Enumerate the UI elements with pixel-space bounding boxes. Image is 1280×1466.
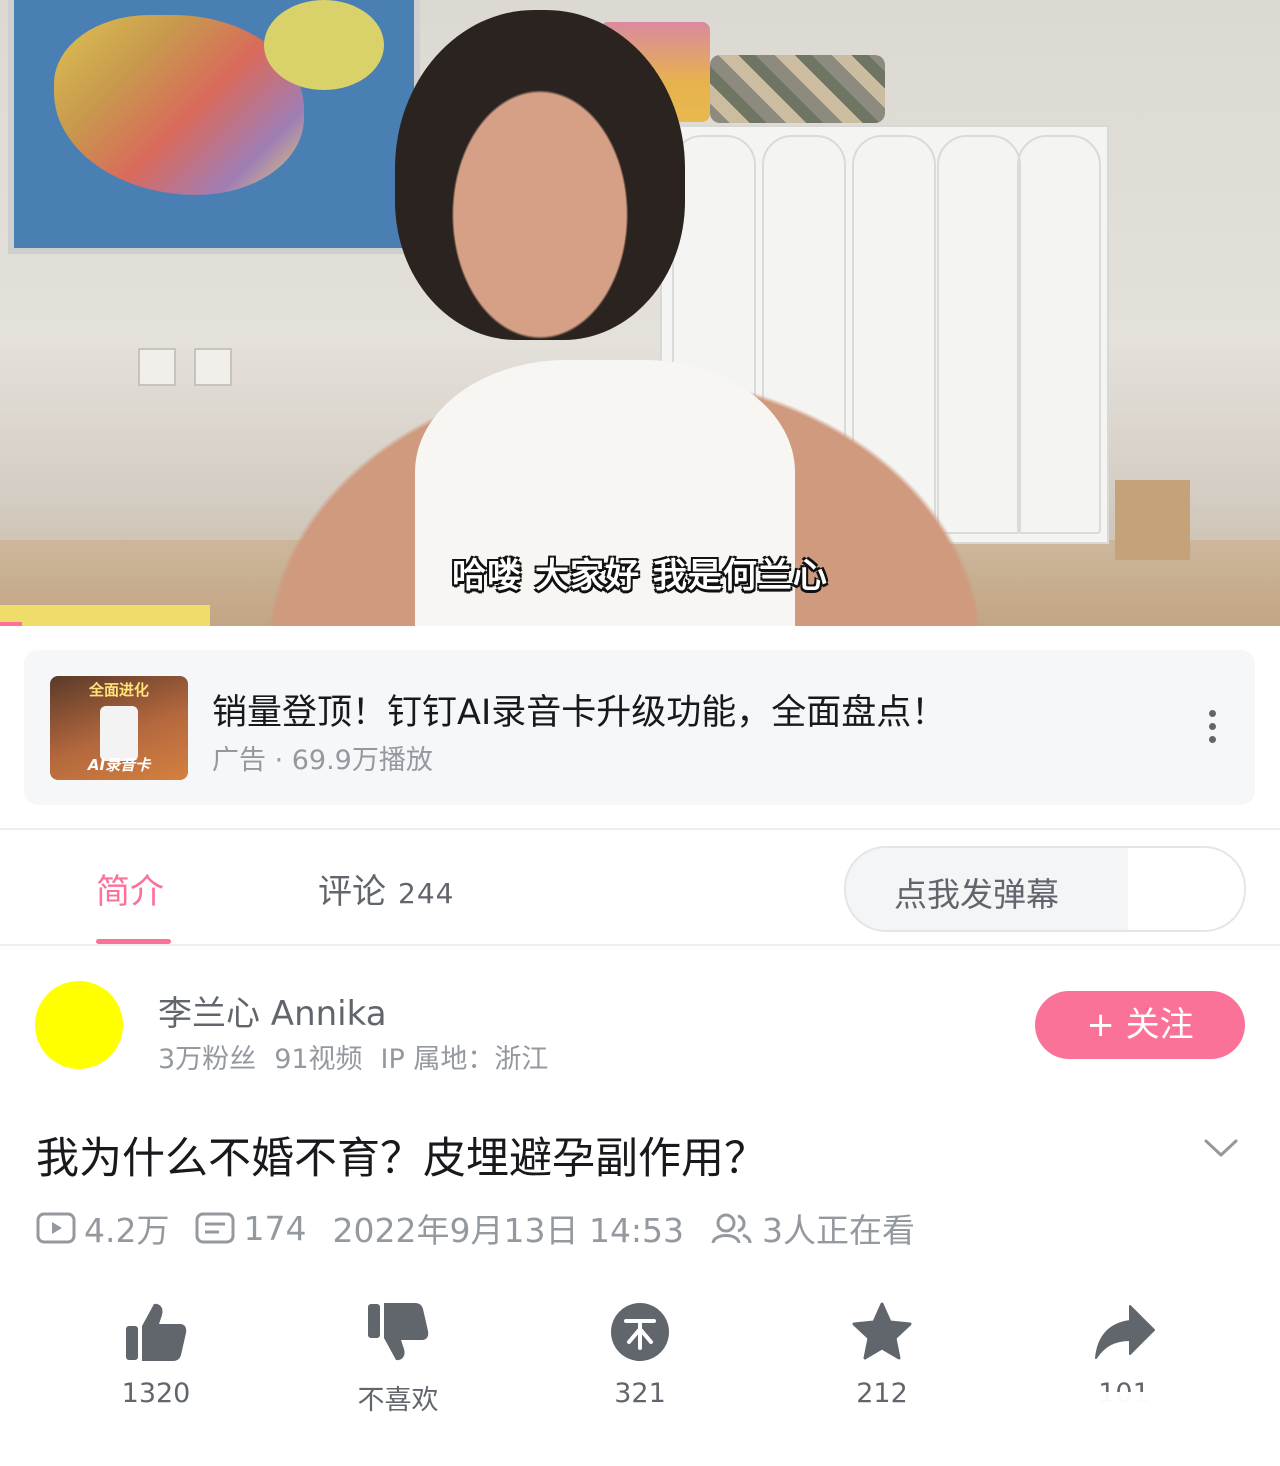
thumbs-down-icon bbox=[368, 1303, 429, 1361]
uploader-ip: IP 属地：浙江 bbox=[380, 1044, 549, 1075]
favorite-count: 212 bbox=[856, 1378, 908, 1409]
star-icon bbox=[852, 1302, 912, 1360]
danmaku-input[interactable]: 点我发弹幕 弹 bbox=[844, 846, 1246, 932]
tab-comments-label: 评论 bbox=[318, 872, 386, 912]
tab-intro[interactable]: 简介 bbox=[96, 864, 164, 913]
wall-map bbox=[8, 0, 420, 254]
publish-datetime: 2022年9月13日 14:53 bbox=[332, 1211, 685, 1250]
divider bbox=[0, 828, 1280, 830]
uploader-videos: 91视频 bbox=[274, 1044, 363, 1075]
ad-title[interactable]: 销量登顶！钉钉AI录音卡升级功能，全面盘点！ bbox=[212, 684, 946, 735]
more-options-icon[interactable] bbox=[1209, 710, 1217, 749]
ad-meta: 广告 · 69.9万播放 bbox=[212, 745, 433, 776]
thumbs-up-icon bbox=[126, 1303, 187, 1361]
video-progress-bar[interactable] bbox=[0, 622, 22, 626]
play-count-icon bbox=[36, 1212, 76, 1244]
luggage bbox=[710, 55, 885, 123]
video-player[interactable]: 哈喽 大家好 我是何兰心 bbox=[0, 0, 1280, 626]
coin-button[interactable]: 321 bbox=[570, 1300, 710, 1409]
dislike-label: 不喜欢 bbox=[357, 1385, 439, 1416]
ad-thumbnail[interactable]: 全面进化 AI录音卡 bbox=[50, 676, 188, 780]
uploader-fans: 3万粉丝 bbox=[158, 1044, 257, 1075]
divider bbox=[0, 944, 1280, 946]
coin-icon bbox=[611, 1303, 669, 1361]
uploader-meta: 3万粉丝 91视频 IP 属地：浙江 bbox=[158, 1037, 566, 1076]
person-head bbox=[395, 10, 685, 340]
ad-thumbnail-top-text: 全面进化 bbox=[88, 681, 149, 699]
danmaku-toggle[interactable]: 弹 bbox=[1128, 848, 1244, 930]
tab-comments[interactable]: 评论 244 bbox=[318, 864, 454, 913]
video-stats: 4.2万 174 2022年9月13日 14:53 3人正在看 bbox=[36, 1204, 915, 1252]
coin-count: 321 bbox=[614, 1378, 666, 1409]
chevron-down-icon[interactable] bbox=[1203, 1133, 1239, 1163]
ad-card[interactable]: 全面进化 AI录音卡 销量登顶！钉钉AI录音卡升级功能，全面盘点！ 广告 · 6… bbox=[24, 650, 1255, 805]
comments-count: 244 bbox=[398, 877, 455, 910]
danmaku-count-icon bbox=[195, 1212, 235, 1244]
viewers-icon bbox=[711, 1213, 752, 1244]
dislike-button[interactable]: 不喜欢 bbox=[328, 1300, 468, 1417]
like-count: 1320 bbox=[121, 1378, 191, 1409]
recorder-device-image bbox=[100, 706, 138, 761]
favorite-button[interactable]: 212 bbox=[812, 1300, 952, 1409]
ad-thumbnail-bottom-text: AI录音卡 bbox=[87, 756, 151, 774]
view-count: 4.2万 bbox=[84, 1211, 170, 1250]
watermark-overlay bbox=[980, 1392, 1255, 1436]
yellow-object bbox=[0, 605, 210, 626]
uploader-name[interactable]: 李兰心 Annika bbox=[158, 986, 387, 1035]
danmaku-placeholder: 点我发弹幕 bbox=[894, 875, 1059, 914]
share-arrow-icon bbox=[1095, 1305, 1155, 1359]
video-title: 我为什么不婚不育？皮埋避孕副作用？ bbox=[36, 1134, 767, 1184]
danmaku-count: 174 bbox=[243, 1208, 307, 1248]
watching-count: 3人正在看 bbox=[762, 1211, 916, 1250]
like-button[interactable]: 1320 bbox=[86, 1300, 226, 1409]
follow-button[interactable]: + 关注 bbox=[1035, 991, 1245, 1059]
video-subtitle: 哈喽 大家好 我是何兰心 bbox=[452, 556, 828, 596]
avatar[interactable] bbox=[35, 981, 123, 1069]
